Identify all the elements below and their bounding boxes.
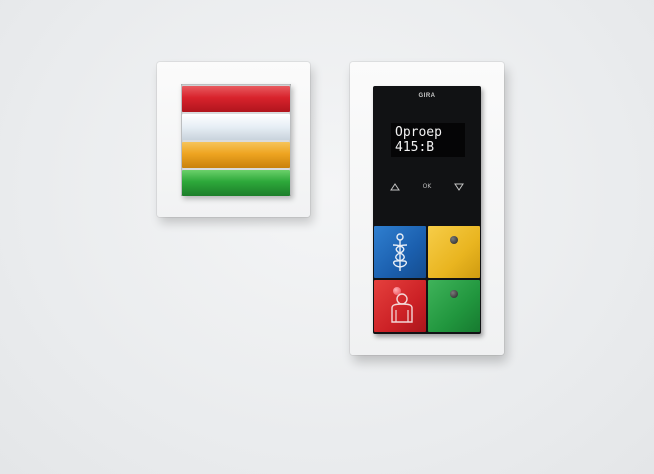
call-station-frame: GIRA Oproep 415:B OK bbox=[350, 62, 504, 355]
call-station-panel: GIRA Oproep 415:B OK bbox=[373, 86, 481, 334]
display-line-2: 415:B bbox=[395, 140, 435, 155]
status-led bbox=[450, 236, 458, 244]
lcd-display: Oproep 415:B bbox=[391, 123, 465, 157]
brand-logo: GIRA bbox=[418, 93, 436, 99]
nav-up-button[interactable] bbox=[385, 181, 405, 193]
status-led bbox=[450, 290, 458, 298]
white-lamp bbox=[182, 114, 290, 140]
ok-button[interactable]: OK bbox=[417, 181, 437, 193]
nav-down-button[interactable] bbox=[449, 181, 469, 193]
caduceus-icon bbox=[392, 233, 408, 271]
yellow-lamp bbox=[182, 142, 290, 168]
caduceus-key[interactable] bbox=[374, 226, 426, 278]
signal-light-frame bbox=[157, 62, 310, 217]
triangle-down-icon bbox=[454, 183, 464, 191]
triangle-up-icon bbox=[390, 183, 400, 191]
green-lamp bbox=[182, 170, 290, 196]
signal-light-unit bbox=[181, 84, 291, 196]
nav-button-row: OK bbox=[373, 181, 481, 193]
product-scene: GIRA Oproep 415:B OK bbox=[0, 0, 654, 474]
person-icon bbox=[391, 293, 413, 323]
red-lamp bbox=[182, 86, 290, 112]
nurse-call-key[interactable] bbox=[374, 280, 426, 332]
green-key[interactable] bbox=[428, 280, 480, 332]
display-line-1: Oproep bbox=[395, 125, 442, 140]
yellow-key[interactable] bbox=[428, 226, 480, 278]
